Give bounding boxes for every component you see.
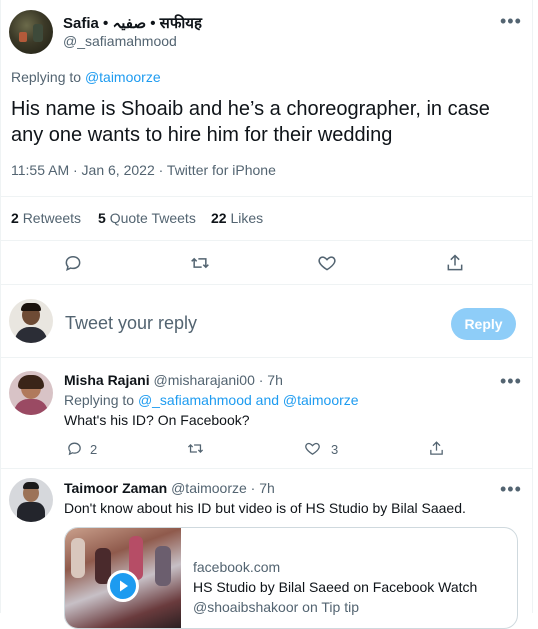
retweets-stat[interactable]: 2 Retweets — [11, 210, 81, 226]
author-handle[interactable]: @_safiamahmood — [63, 33, 177, 49]
share-icon[interactable] — [428, 440, 445, 457]
link-card[interactable]: facebook.com HS Studio by Bilal Saeed on… — [64, 527, 518, 629]
share-icon[interactable] — [445, 253, 465, 273]
tweet-text: His name is Shoaib and he’s a choreograp… — [11, 98, 490, 146]
divider — [0, 357, 532, 358]
replying-to: Replying to @_safiamahmood and @taimoorz… — [64, 392, 359, 408]
like-icon[interactable] — [304, 440, 321, 457]
tweet-meta[interactable]: 11:55 AM · Jan 6, 2022 · Twitter for iPh… — [11, 162, 276, 178]
like-count: 3 — [331, 442, 339, 457]
replying-to-link[interactable]: @taimoorze — [85, 69, 161, 85]
retweet-icon[interactable] — [190, 253, 210, 273]
reply-icon[interactable] — [63, 253, 83, 273]
replying-label: Replying to — [11, 69, 82, 85]
avatar[interactable] — [9, 371, 53, 415]
reply-button[interactable]: Reply — [451, 308, 516, 340]
divider — [0, 468, 532, 469]
avatar[interactable] — [9, 299, 53, 343]
reply-text: What's his ID? On Facebook? — [64, 412, 250, 428]
author-name[interactable]: Taimoor Zaman — [64, 480, 167, 496]
quotes-count: 5 — [98, 210, 106, 226]
reply-author: Taimoor Zaman @taimoorze · 7h — [64, 480, 275, 496]
quotes-label: Quote Tweets — [109, 210, 196, 226]
divider — [0, 240, 532, 241]
quotes-stat[interactable]: 5 Quote Tweets — [98, 210, 196, 226]
card-title: HS Studio by Bilal Saeed on Facebook Wat… — [193, 579, 478, 595]
author-handle[interactable]: @misharajani00 — [153, 372, 254, 388]
replying-label: Replying to — [64, 392, 135, 408]
retweets-label: Retweets — [22, 210, 82, 226]
likes-count: 22 — [211, 210, 227, 226]
reply-count: 2 — [90, 442, 98, 457]
retweets-count: 2 — [11, 210, 19, 226]
replying-to-link[interactable]: @_safiamahmood and @taimoorze — [138, 392, 359, 408]
avatar[interactable] — [9, 478, 53, 522]
play-icon[interactable] — [107, 570, 139, 602]
author-name[interactable]: Safia • صفیہ • सफीयह — [63, 13, 202, 33]
right-border — [532, 0, 533, 613]
like-icon[interactable] — [317, 253, 337, 273]
divider — [0, 284, 532, 285]
left-border — [0, 0, 1, 613]
replying-to: Replying to @taimoorze — [11, 69, 161, 85]
likes-label: Likes — [230, 210, 264, 226]
card-thumbnail[interactable] — [65, 528, 181, 628]
more-icon[interactable]: ••• — [500, 12, 522, 30]
author-handle[interactable]: @taimoorze — [171, 480, 247, 496]
timestamp[interactable]: · 7h — [251, 480, 275, 496]
card-domain: facebook.com — [193, 559, 281, 575]
timestamp[interactable]: · 7h — [259, 372, 283, 388]
author-name[interactable]: Misha Rajani — [64, 372, 150, 388]
reply-text: Don't know about his ID but video is of … — [64, 500, 466, 516]
more-icon[interactable]: ••• — [500, 480, 522, 498]
retweet-icon[interactable] — [187, 440, 204, 457]
divider — [0, 196, 532, 197]
likes-stat[interactable]: 22 Likes — [211, 210, 263, 226]
reply-icon[interactable] — [66, 440, 83, 457]
more-icon[interactable]: ••• — [500, 372, 522, 390]
reply-author: Misha Rajani @misharajani00 · 7h — [64, 372, 283, 388]
reply-input[interactable]: Tweet your reply — [65, 313, 435, 334]
avatar[interactable] — [9, 10, 53, 54]
